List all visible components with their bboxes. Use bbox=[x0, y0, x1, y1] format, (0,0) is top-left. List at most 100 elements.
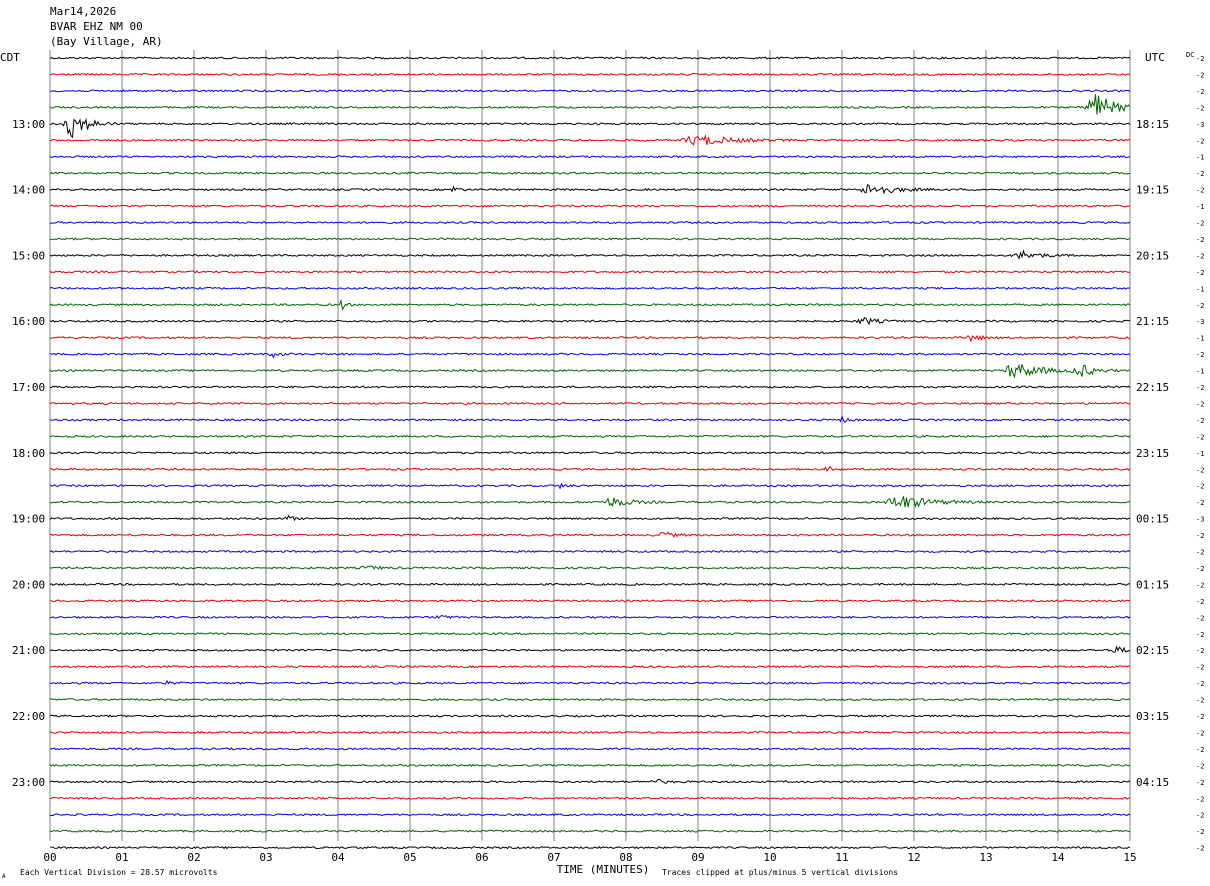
trace-row bbox=[49, 697, 1131, 702]
left-hour-label: 14:00 bbox=[12, 184, 45, 197]
date-label: Mar14,2026 bbox=[50, 5, 116, 18]
right-hour-label: 21:15 bbox=[1136, 315, 1169, 328]
dc-offset-label: -1 bbox=[1196, 154, 1204, 162]
x-tick-label: 00 bbox=[43, 851, 56, 864]
dc-label: DC bbox=[1186, 51, 1194, 59]
left-timezone: CDT bbox=[0, 51, 20, 64]
trace-row bbox=[49, 451, 1131, 455]
trace-row bbox=[49, 665, 1131, 669]
dc-offset-label: -2 bbox=[1196, 532, 1204, 540]
right-timezone: UTC bbox=[1145, 51, 1165, 64]
left-hour-label: 13:00 bbox=[12, 118, 45, 131]
dc-offset-label: -2 bbox=[1196, 220, 1204, 228]
x-tick-label: 01 bbox=[115, 851, 128, 864]
left-hour-label: 21:00 bbox=[12, 644, 45, 657]
x-tick-label: 11 bbox=[835, 851, 848, 864]
trace-row bbox=[49, 496, 1131, 509]
dc-offset-labels: -2 -2 -2 -2 -3 -2 -1 -2 -2 -1 -2 -2 -2 -2 -1 -2 -3 -1 -2 -1… bbox=[1196, 55, 1204, 853]
dc-offset-label: -2 bbox=[1196, 252, 1204, 260]
trace-row bbox=[49, 747, 1131, 751]
dc-offset-label: -2 bbox=[1196, 88, 1204, 96]
trace-row bbox=[49, 565, 1131, 571]
right-hour-label: 00:15 bbox=[1136, 513, 1169, 526]
trace-row bbox=[49, 220, 1131, 225]
right-hour-label: 04:15 bbox=[1136, 776, 1169, 789]
dc-offset-label: -1 bbox=[1196, 335, 1204, 343]
trace-row bbox=[49, 599, 1131, 603]
dc-offset-label: -2 bbox=[1196, 187, 1204, 195]
trace-row bbox=[49, 829, 1131, 833]
x-tick-label: 03 bbox=[259, 851, 272, 864]
trace-row bbox=[49, 846, 1131, 850]
dc-offset-label: -2 bbox=[1196, 400, 1204, 408]
right-hour-label: 22:15 bbox=[1136, 381, 1169, 394]
trace-row bbox=[49, 117, 1131, 139]
dc-offset-label: -2 bbox=[1196, 302, 1204, 310]
right-hour-label: 19:15 bbox=[1136, 184, 1169, 197]
x-tick-label: 06 bbox=[475, 851, 488, 864]
dc-offset-label: -1 bbox=[1196, 285, 1204, 293]
dc-offset-label: -2 bbox=[1196, 729, 1204, 737]
dc-offset-label: -2 bbox=[1196, 812, 1204, 820]
trace-row bbox=[49, 184, 1131, 195]
trace-row bbox=[49, 778, 1131, 784]
trace-row bbox=[49, 813, 1131, 817]
trace-row bbox=[49, 614, 1131, 620]
trace-row bbox=[49, 582, 1131, 587]
dc-offset-label: -2 bbox=[1196, 137, 1204, 145]
dc-offset-label: -2 bbox=[1196, 697, 1204, 705]
dc-offset-label: -2 bbox=[1196, 795, 1204, 803]
trace-row bbox=[49, 415, 1131, 424]
trace-row bbox=[49, 56, 1131, 60]
left-hour-label: 20:00 bbox=[12, 578, 45, 591]
dc-offset-label: -2 bbox=[1196, 104, 1204, 112]
trace-row bbox=[49, 465, 1131, 472]
trace-row bbox=[49, 679, 1131, 685]
x-tick-label: 05 bbox=[403, 851, 416, 864]
dc-offset-label: -2 bbox=[1196, 746, 1204, 754]
dc-offset-label: -2 bbox=[1196, 55, 1204, 63]
trace-row bbox=[49, 385, 1131, 389]
trace-row bbox=[49, 171, 1131, 175]
dc-offset-label: -2 bbox=[1196, 433, 1204, 441]
station-label: BVAR EHZ NM 00 bbox=[50, 20, 143, 33]
dc-offset-label: -2 bbox=[1196, 647, 1204, 655]
minute-grid bbox=[49, 50, 1131, 841]
trace-row bbox=[49, 155, 1131, 159]
scale-note: Each Vertical Division = 28.57 microvolt… bbox=[20, 868, 218, 877]
dc-offset-label: -3 bbox=[1196, 516, 1204, 524]
right-hour-label: 02:15 bbox=[1136, 644, 1169, 657]
left-hour-label: 22:00 bbox=[12, 710, 45, 723]
dc-offset-label: -2 bbox=[1196, 713, 1204, 721]
dc-offset-label: -2 bbox=[1196, 664, 1204, 672]
right-hour-label: 01:15 bbox=[1136, 578, 1169, 591]
dc-offset-label: -2 bbox=[1196, 762, 1204, 770]
trace-row bbox=[49, 237, 1131, 241]
dc-offset-label: -3 bbox=[1196, 318, 1204, 326]
trace-row bbox=[49, 334, 1131, 343]
dc-offset-label: -2 bbox=[1196, 845, 1204, 853]
dc-offset-label: -2 bbox=[1196, 417, 1204, 425]
dc-offset-label: -2 bbox=[1196, 236, 1204, 244]
trace-row bbox=[49, 763, 1131, 768]
left-hour-label: 16:00 bbox=[12, 315, 45, 328]
trace-row bbox=[49, 363, 1131, 379]
dc-offset-label: -2 bbox=[1196, 170, 1204, 178]
left-hour-label: 23:00 bbox=[12, 776, 45, 789]
dc-offset-label: -2 bbox=[1196, 483, 1204, 491]
x-axis-label: TIME (MINUTES) bbox=[557, 863, 650, 876]
left-hour-label: 17:00 bbox=[12, 381, 45, 394]
left-hour-label: 18:00 bbox=[12, 447, 45, 460]
right-hour-label: 18:15 bbox=[1136, 118, 1169, 131]
helicorder-chart: Mar14,2026 BVAR EHZ NM 00 (Bay Village, … bbox=[0, 5, 1204, 880]
trace-row bbox=[49, 632, 1131, 636]
dc-offset-label: -2 bbox=[1196, 614, 1204, 622]
trace-row bbox=[49, 352, 1131, 359]
dc-offset-label: -2 bbox=[1196, 269, 1204, 277]
trace-row bbox=[49, 89, 1131, 93]
x-tick-label: 15 bbox=[1123, 851, 1136, 864]
left-hour-label: 19:00 bbox=[12, 513, 45, 526]
x-tick-label: 10 bbox=[763, 851, 776, 864]
trace-row bbox=[49, 434, 1131, 438]
right-hour-label: 03:15 bbox=[1136, 710, 1169, 723]
